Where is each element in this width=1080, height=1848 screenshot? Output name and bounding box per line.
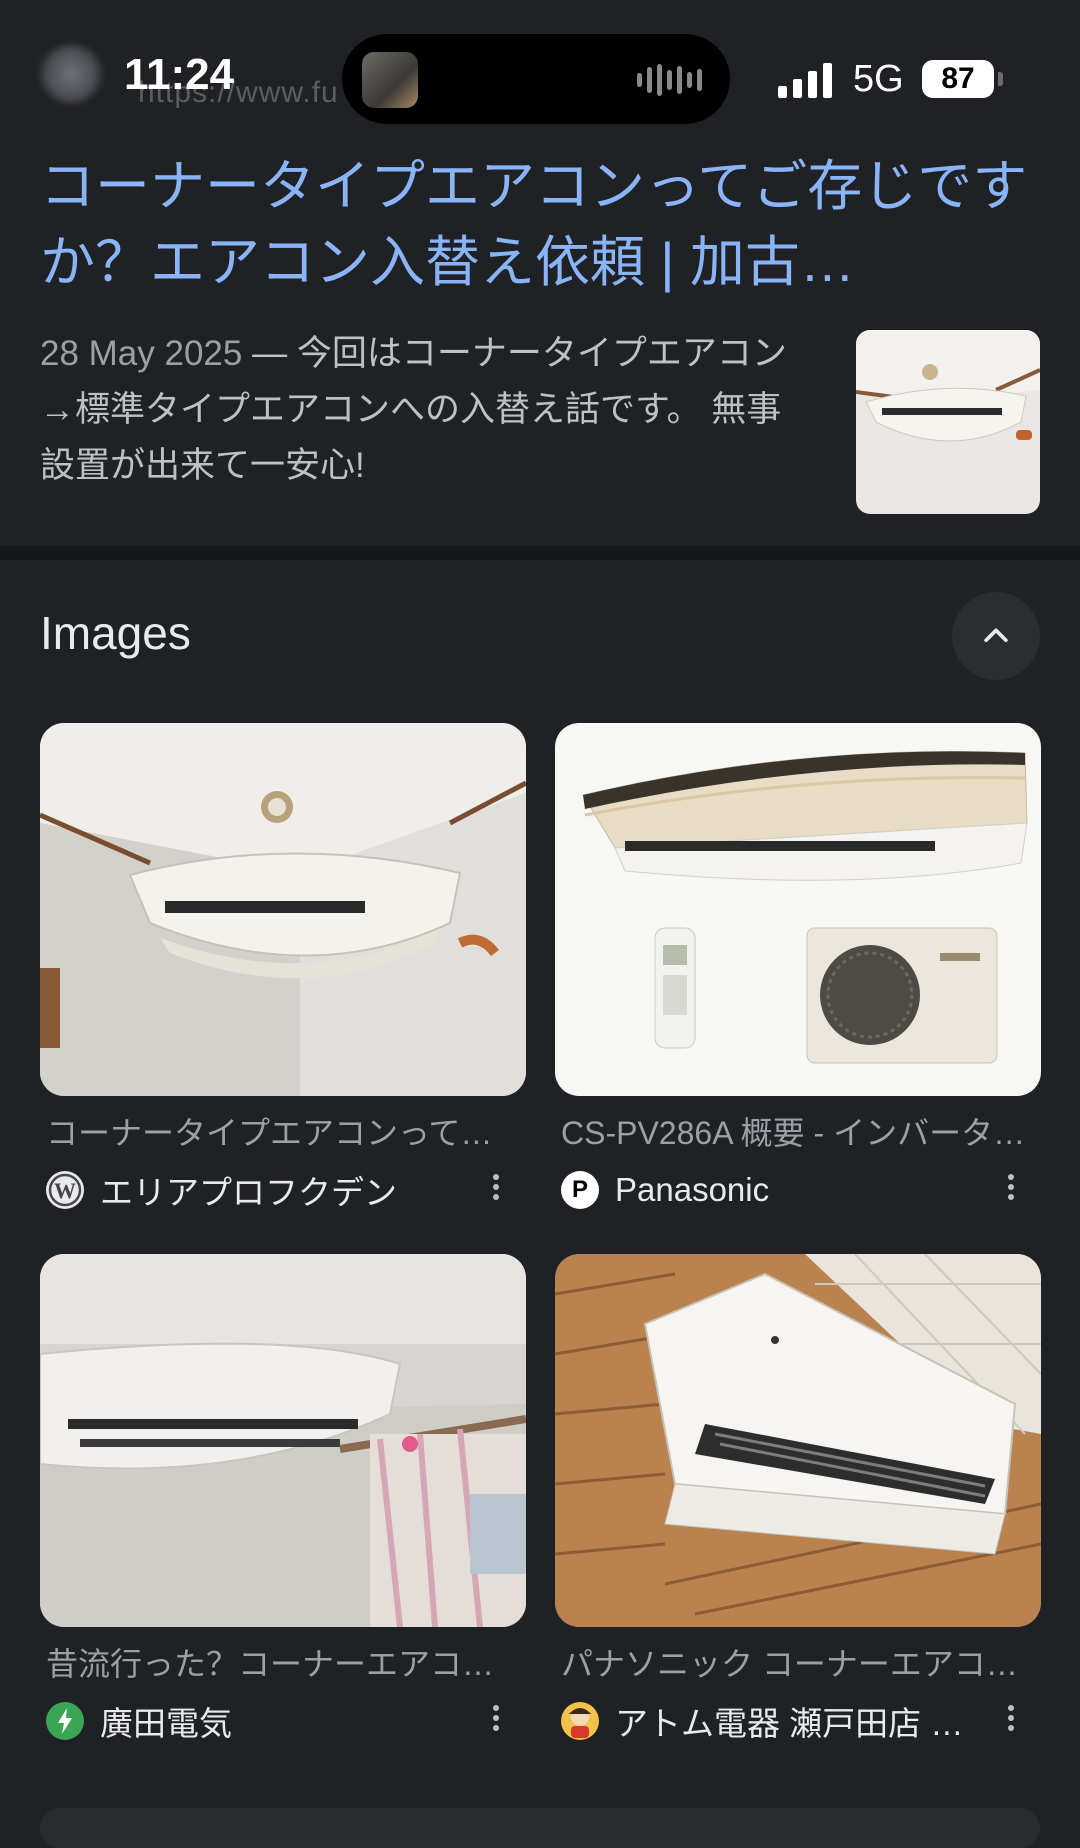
svg-text:W: W — [54, 1178, 76, 1203]
chevron-up-icon — [984, 628, 1008, 643]
image-result-thumbnail[interactable] — [40, 723, 526, 1096]
image-source[interactable]: W エリアプロフクデン — [40, 1168, 526, 1212]
image-caption[interactable]: コーナータイプエアコンって… — [40, 1108, 526, 1154]
image-result-thumbnail[interactable] — [40, 1254, 526, 1627]
more-options-icon[interactable] — [486, 1701, 506, 1741]
result-snippet: 28 May 2025 — 今回はコーナータイプエアコン→標準タイプエアコンへの… — [40, 326, 810, 494]
more-options-icon[interactable] — [486, 1170, 506, 1210]
next-section-edge — [40, 1808, 1040, 1848]
source-name: アトム電器 瀬戸田店 … — [615, 1705, 964, 1742]
image-source[interactable]: 廣田電気 — [40, 1699, 526, 1743]
image-result-card[interactable]: 昔流行った？コーナーエアコ… 廣田電気 — [40, 1254, 526, 1743]
status-time: 11:24 — [124, 50, 235, 99]
source-name: エリアプロフクデン — [100, 1174, 397, 1211]
snippet-separator: — — [242, 334, 297, 373]
image-result-thumbnail[interactable] — [555, 723, 1041, 1096]
more-options-icon[interactable] — [1001, 1701, 1021, 1741]
section-divider — [0, 546, 1080, 560]
source-name: Panasonic — [615, 1171, 770, 1208]
leaf-bolt-icon — [46, 1702, 84, 1740]
image-source[interactable]: P Panasonic — [555, 1168, 1041, 1212]
result-title-link[interactable]: コーナータイプエアコンってご存じですか？エアコン入替え依頼 | 加古… — [40, 148, 1040, 300]
dynamic-island[interactable] — [342, 34, 730, 124]
image-result-card[interactable]: CS-PV286A 概要 - インバータ… P Panasonic — [555, 723, 1041, 1212]
battery-icon: 87 — [922, 60, 994, 98]
image-caption[interactable]: CS-PV286A 概要 - インバータ… — [555, 1108, 1041, 1154]
image-result-thumbnail[interactable] — [555, 1254, 1041, 1627]
blurred-site-favicon — [38, 44, 104, 104]
status-bar: https://www.fu 11:24 5G 87 — [0, 0, 1080, 130]
image-source[interactable]: アトム電器 瀬戸田店 … — [555, 1699, 1041, 1743]
source-name: 廣田電気 — [100, 1705, 232, 1742]
cellular-signal-icon — [778, 62, 832, 98]
result-thumbnail[interactable] — [856, 330, 1040, 514]
images-heading: Images — [40, 607, 191, 659]
wordpress-icon: W — [46, 1171, 84, 1209]
result-date: 28 May 2025 — [40, 334, 243, 373]
image-caption[interactable]: 昔流行った？コーナーエアコ… — [40, 1639, 526, 1685]
more-options-icon[interactable] — [1001, 1170, 1021, 1210]
image-result-card[interactable]: コーナータイプエアコンって… W エリアプロフクデン — [40, 723, 526, 1212]
panasonic-favicon: P — [561, 1171, 599, 1209]
network-type: 5G — [853, 58, 904, 100]
now-playing-artwork — [362, 52, 418, 108]
audio-waveform-icon — [637, 64, 702, 96]
battery-tip — [998, 72, 1003, 86]
collapse-images-button[interactable] — [952, 592, 1040, 680]
image-result-card[interactable]: パナソニック コーナーエアコ… アトム電器 瀬戸田店 … — [555, 1254, 1041, 1743]
image-caption[interactable]: パナソニック コーナーエアコ… — [555, 1639, 1041, 1685]
mascot-icon — [561, 1702, 599, 1740]
